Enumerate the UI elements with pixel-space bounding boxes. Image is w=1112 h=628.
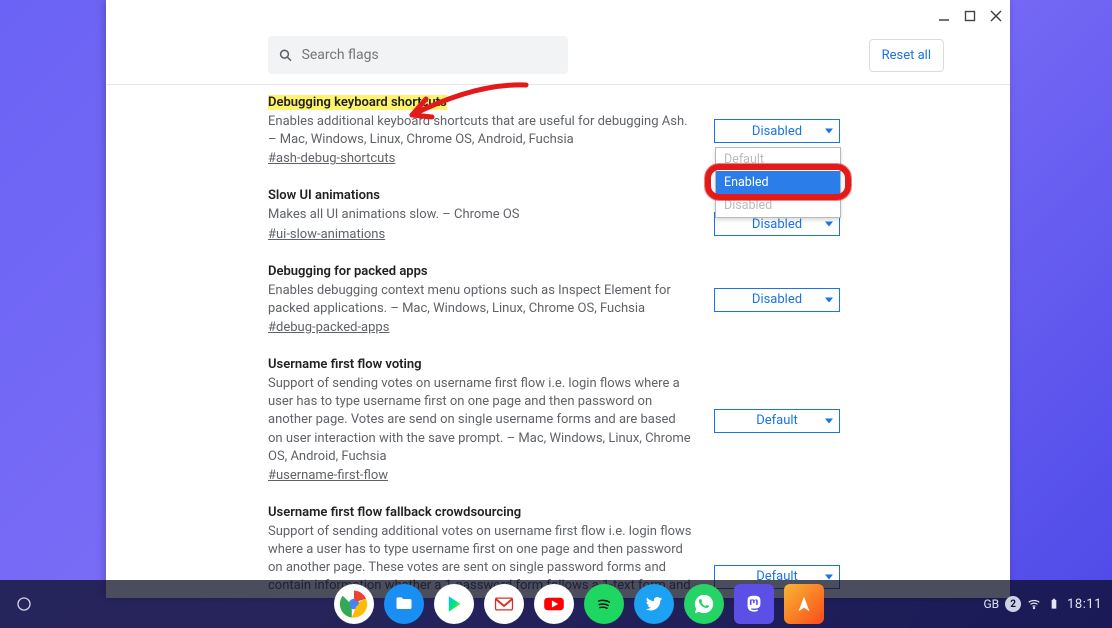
flag-description: Enables additional keyboard shortcuts th…	[268, 113, 693, 149]
dropdown-option[interactable]: Disabled	[716, 194, 840, 217]
wifi-icon	[1027, 597, 1041, 611]
reset-all-button[interactable]: Reset all	[869, 39, 944, 72]
flag-row: Username first flow voting Support of se…	[268, 357, 842, 483]
app-spotify-icon[interactable]	[584, 584, 624, 624]
app-playstore-icon[interactable]	[434, 584, 474, 624]
flag-row: Debugging for packed apps Enables debugg…	[268, 264, 842, 335]
chromeos-shelf: GB 2 18:11	[0, 580, 1112, 628]
tray-clock[interactable]: 18:11	[1067, 597, 1102, 612]
flag-title: Debugging keyboard shortcuts	[268, 95, 447, 110]
app-chrome-icon[interactable]	[334, 584, 374, 624]
system-tray[interactable]: GB 2 18:11	[983, 580, 1102, 628]
tray-notification-badge[interactable]: 2	[1005, 596, 1021, 612]
battery-icon	[1047, 597, 1061, 611]
flag-select-dropdown[interactable]: Default Enabled Disabled	[715, 147, 841, 218]
search-icon	[278, 47, 294, 64]
browser-window: Reset all Debugging keyboard shortcuts E…	[106, 0, 1010, 598]
dropdown-option-selected[interactable]: Enabled	[716, 171, 840, 194]
flag-select[interactable]: Default	[714, 409, 840, 433]
dropdown-option[interactable]: Default	[716, 148, 840, 171]
flag-description: Makes all UI animations slow. – Chrome O…	[268, 206, 693, 224]
flags-toolbar: Reset all	[106, 32, 1010, 85]
flag-select[interactable]: Disabled	[714, 119, 840, 143]
flag-title: Username first flow fallback crowdsourci…	[268, 505, 521, 520]
app-files-icon[interactable]	[384, 584, 424, 624]
app-whatsapp-icon[interactable]	[684, 584, 724, 624]
minimize-icon[interactable]	[938, 10, 950, 22]
flag-title: Username first flow voting	[268, 357, 422, 372]
flag-anchor-link[interactable]: #username-first-flow	[268, 468, 388, 483]
search-flags[interactable]	[268, 36, 568, 74]
close-icon[interactable]	[990, 10, 1002, 22]
app-twitter-icon[interactable]	[634, 584, 674, 624]
flag-description: Support of sending votes on username fir…	[268, 375, 693, 466]
flag-anchor-link[interactable]: #ash-debug-shortcuts	[268, 151, 395, 166]
flag-title: Debugging for packed apps	[268, 264, 428, 279]
flags-list: Debugging keyboard shortcuts Enables add…	[106, 85, 1010, 598]
flag-anchor-link[interactable]: #ui-slow-animations	[268, 227, 385, 242]
titlebar	[106, 0, 1010, 32]
launcher-button[interactable]	[2, 580, 46, 628]
app-youtube-icon[interactable]	[534, 584, 574, 624]
app-mastodon-icon[interactable]	[734, 584, 774, 624]
app-game-icon[interactable]	[784, 584, 824, 624]
app-gmail-icon[interactable]	[484, 584, 524, 624]
maximize-icon[interactable]	[964, 10, 976, 22]
flag-select[interactable]: Disabled	[714, 288, 840, 312]
search-input[interactable]	[302, 47, 558, 63]
flag-description: Enables debugging context menu options s…	[268, 282, 693, 318]
shelf-apps	[334, 584, 824, 624]
flag-anchor-link[interactable]: #debug-packed-apps	[268, 320, 389, 335]
flag-title: Slow UI animations	[268, 188, 380, 203]
tray-language[interactable]: GB	[983, 597, 999, 611]
